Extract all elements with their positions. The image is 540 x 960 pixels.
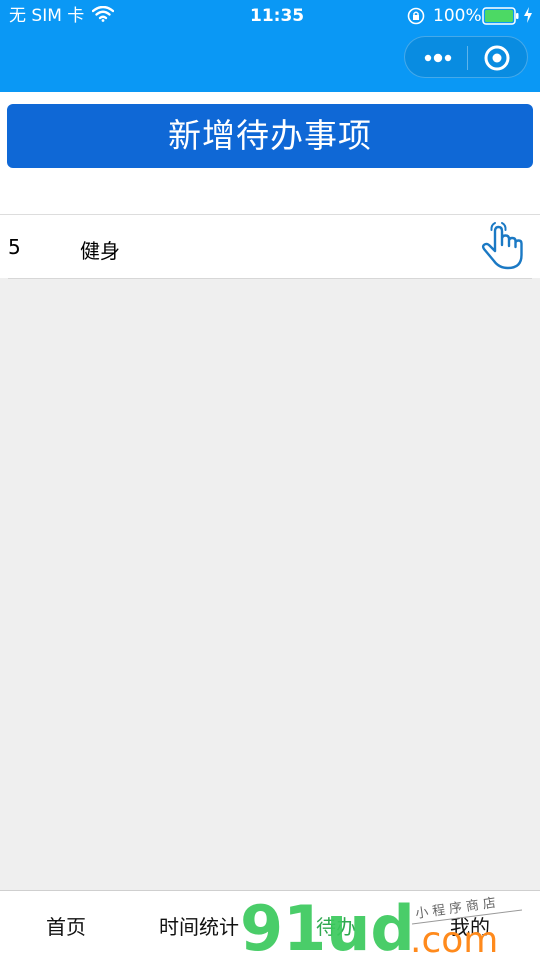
button-area: 新增待办事项 <box>0 92 540 214</box>
navigation-bar <box>0 32 540 92</box>
todo-page: 新增待办事项 5 健身 <box>0 92 540 890</box>
tap-hand-icon[interactable] <box>477 221 525 273</box>
add-todo-button[interactable]: 新增待办事项 <box>7 104 533 168</box>
wifi-icon <box>92 6 114 22</box>
more-icon[interactable] <box>423 49 453 67</box>
capsule-divider <box>467 46 468 70</box>
mini-program-capsule <box>404 36 528 78</box>
clock: 11:35 <box>250 6 305 26</box>
todo-name: 健身 <box>80 239 120 263</box>
tab-time-statistics[interactable]: 时间统计 <box>159 911 239 940</box>
battery-percentage: 100% <box>433 6 482 26</box>
tab-mine[interactable]: 我的 <box>450 911 490 940</box>
carrier-label: 无 SIM 卡 <box>9 6 85 26</box>
close-mini-program-icon[interactable] <box>483 44 511 72</box>
orientation-lock-icon <box>407 7 425 25</box>
tab-todo[interactable]: 待办 <box>316 911 356 940</box>
charging-icon <box>524 7 532 23</box>
tab-bar: 首页 时间统计 待办 我的 <box>0 890 540 960</box>
tab-home[interactable]: 首页 <box>46 911 86 940</box>
todo-list-item[interactable]: 5 健身 <box>0 214 540 279</box>
status-bar: 无 SIM 卡 11:35 100% <box>0 0 540 32</box>
battery-icon <box>482 7 519 25</box>
todo-id: 5 <box>8 235 21 259</box>
